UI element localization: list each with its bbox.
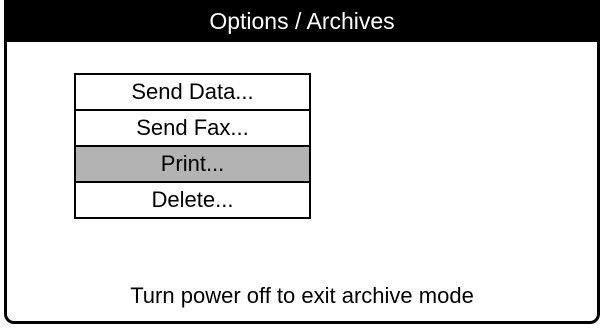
archive-options-menu: Send Data... Send Fax... Print... Delete… bbox=[74, 73, 311, 219]
status-message: Turn power off to exit archive mode bbox=[130, 283, 474, 308]
menu-item-print[interactable]: Print... bbox=[74, 147, 311, 183]
menu-item-send-fax[interactable]: Send Fax... bbox=[74, 111, 311, 147]
menu-item-send-data[interactable]: Send Data... bbox=[74, 75, 311, 111]
menu-item-delete[interactable]: Delete... bbox=[74, 183, 311, 219]
window-title: Options / Archives bbox=[7, 0, 597, 42]
dialog-window: Options / Archives Send Data... Send Fax… bbox=[4, 0, 600, 324]
